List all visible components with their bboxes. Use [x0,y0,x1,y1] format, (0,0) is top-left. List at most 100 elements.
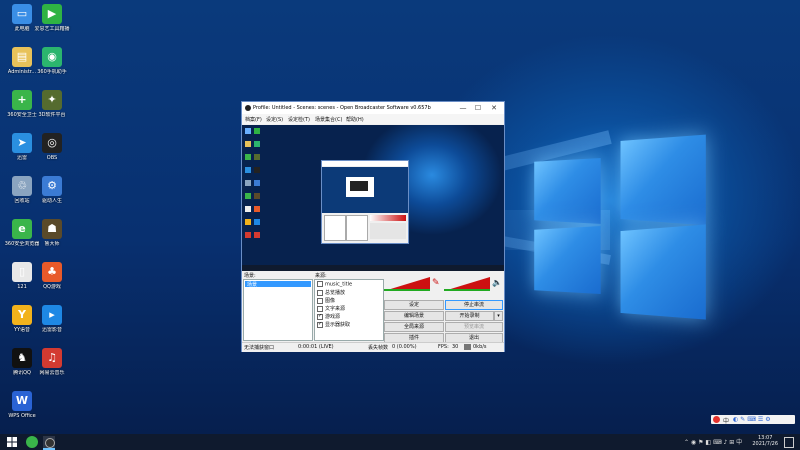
document-icon: ▯ [12,262,32,282]
record-dropdown-button[interactable]: ▾ [494,311,503,321]
logo-pane [534,226,601,294]
source-item[interactable]: ✓ 显示器获取 [317,321,350,328]
source-checkbox[interactable] [317,289,323,296]
computer-icon: ▭ [12,4,32,24]
preview-stream-button[interactable]: 预览串流 [445,322,503,332]
start-windows-icon[interactable] [6,436,18,448]
ime-mode-label: 中 [723,418,730,425]
clock[interactable]: 13:07 2021/7/26 [752,435,778,447]
menu-item[interactable]: 设定(S) [266,116,283,123]
source-item[interactable]: music_title [317,281,352,288]
desktop-icon-label: 360手机助手 [37,69,67,75]
settings-button[interactable]: 设定 [384,300,444,310]
desktop-icon[interactable]: ☗ 鲁大师 [32,219,72,247]
source-item[interactable]: 文字来源 [317,305,345,312]
stream-preview[interactable] [242,125,504,271]
bitrate-value: 0kb/s [473,344,487,350]
bitrate-indicator-icon [464,344,471,350]
scenes-list[interactable]: 场景 [243,279,313,341]
desktop-icon[interactable]: ♣ QQ游戏 [32,262,72,290]
source-checkbox-checked[interactable]: ✓ [317,321,323,328]
desktop-icon[interactable]: ▸ 迅雷影音 [32,305,72,333]
menu-item[interactable]: 场景集合(C) [315,116,342,123]
desktop-icon[interactable]: ♫ 网易云音乐 [32,348,72,376]
source-checkbox-checked[interactable]: ✓ [317,313,323,320]
maximize-icon[interactable]: ☐ [471,103,485,113]
preview-icons-col2 [254,128,262,248]
edit-scene-button[interactable]: 编辑场景 [384,311,444,321]
media-app-icon: ▶ [42,4,62,24]
logo-pane [620,224,706,320]
3d-app-icon: ✦ [42,90,62,110]
desktop-icon-label: WPS Office [8,413,36,419]
desktop-icon[interactable]: ▶ 爱思艺工具箱播 [32,4,72,32]
tray-icons[interactable]: ⌃ ◉ ⚑ ◧ ⌨ ♪ ⊞ 中 [684,437,742,446]
fps-label: FPS: [438,344,449,350]
source-item[interactable]: ✓ 游戏源 [317,313,340,320]
source-item[interactable]: 总览播放 [317,289,345,296]
desktop-icon[interactable]: ✦ 3D软件平台 [32,90,72,118]
menu-item[interactable]: 档案(F) [245,116,262,123]
360-browser-taskbar-icon[interactable] [26,436,38,448]
desktop-audio-meter [384,277,430,291]
desktop-icon-label: 爱思艺工具箱播 [34,26,70,32]
notification-icon[interactable] [784,437,794,448]
desktop-icon-label: 迅雷影音 [41,327,62,333]
phone-assistant-icon: ◉ [42,47,62,67]
fps-value: 30 [452,344,459,350]
ime-logo-icon [713,416,720,423]
desktop-icon[interactable]: ⚙ 驱动人生 [32,176,72,204]
desktop-icon[interactable]: ◎ OBS [32,133,72,161]
clock-date: 2021/7/26 [752,441,778,447]
sources-label: 来源: [315,273,327,279]
source-checkbox[interactable] [317,281,323,287]
desktop-icon[interactable]: W WPS Office [2,391,42,419]
logo-pane [534,158,601,224]
menu-bar: 档案(F) 设定(S) 设定检(T) 场景集合(C) 帮助(H) [242,114,504,124]
desktop-icon[interactable]: ◉ 360手机助手 [32,47,72,75]
minimize-icon[interactable]: — [456,103,470,113]
yy-icon: Y [12,305,32,325]
thunder-icon: ➤ [12,133,32,153]
title-bar[interactable]: Profile: Untitled - Scenes: scenes - Ope… [242,102,504,114]
start-record-button[interactable]: 开始录制 [445,311,494,321]
browser-icon: e [12,219,32,239]
menu-item[interactable]: 帮助(H) [346,116,364,123]
driver-app-icon: ⚙ [42,176,62,196]
dropped-frames-value: 0 (0.00%) [392,344,417,350]
close-icon[interactable]: ✕ [487,103,501,113]
security-shield-icon: + [12,90,32,110]
obs-taskbar-icon[interactable] [43,436,55,450]
obs-window[interactable]: Profile: Untitled - Scenes: scenes - Ope… [241,101,505,352]
benchmark-icon: ☗ [42,219,62,239]
mic-audio-meter [444,277,490,291]
user-folder-icon: ▤ [12,47,32,67]
wps-icon: W [12,391,32,411]
taskbar: ⌃ ◉ ⚑ ◧ ⌨ ♪ ⊞ 中 13:07 2021/7/26 [0,434,800,450]
microphone-icon[interactable]: ✎ [432,277,440,289]
desktop-icon-label: 驱动人生 [41,198,62,204]
stop-stream-button[interactable]: 停止串流 [445,300,503,310]
desktop-icon-label: 鲁大师 [44,241,60,247]
video-player-icon: ▸ [42,305,62,325]
desktop-icon-label: OBS [46,155,58,161]
logo-pane [620,134,706,226]
window-title: Profile: Untitled - Scenes: scenes - Ope… [253,105,431,111]
source-item[interactable]: 图像 [317,297,335,304]
source-checkbox[interactable] [317,305,323,312]
desktop-icon-label: 网易云音乐 [39,370,65,376]
nested-obs-window [321,160,409,244]
dropped-frames-label: 丢失帧数 [368,345,389,351]
global-sources-button[interactable]: 全局来源 [384,322,444,332]
source-checkbox[interactable] [317,297,323,304]
obs-icon: ◎ [42,133,62,153]
obs-app-icon [245,105,251,111]
ime-tools-icon[interactable]: ◐✎⌨☰⚙ [733,416,773,423]
desktop-icon-label: 3D软件平台 [38,112,66,118]
scene-item[interactable]: 场景 [245,281,311,288]
qq-game-icon: ♣ [42,262,62,282]
menu-item[interactable]: 设定检(T) [288,116,310,123]
speaker-icon[interactable]: 🔈 [492,278,502,288]
music-icon: ♫ [42,348,62,368]
ime-toolbar[interactable]: 中 ◐✎⌨☰⚙ [711,415,795,425]
